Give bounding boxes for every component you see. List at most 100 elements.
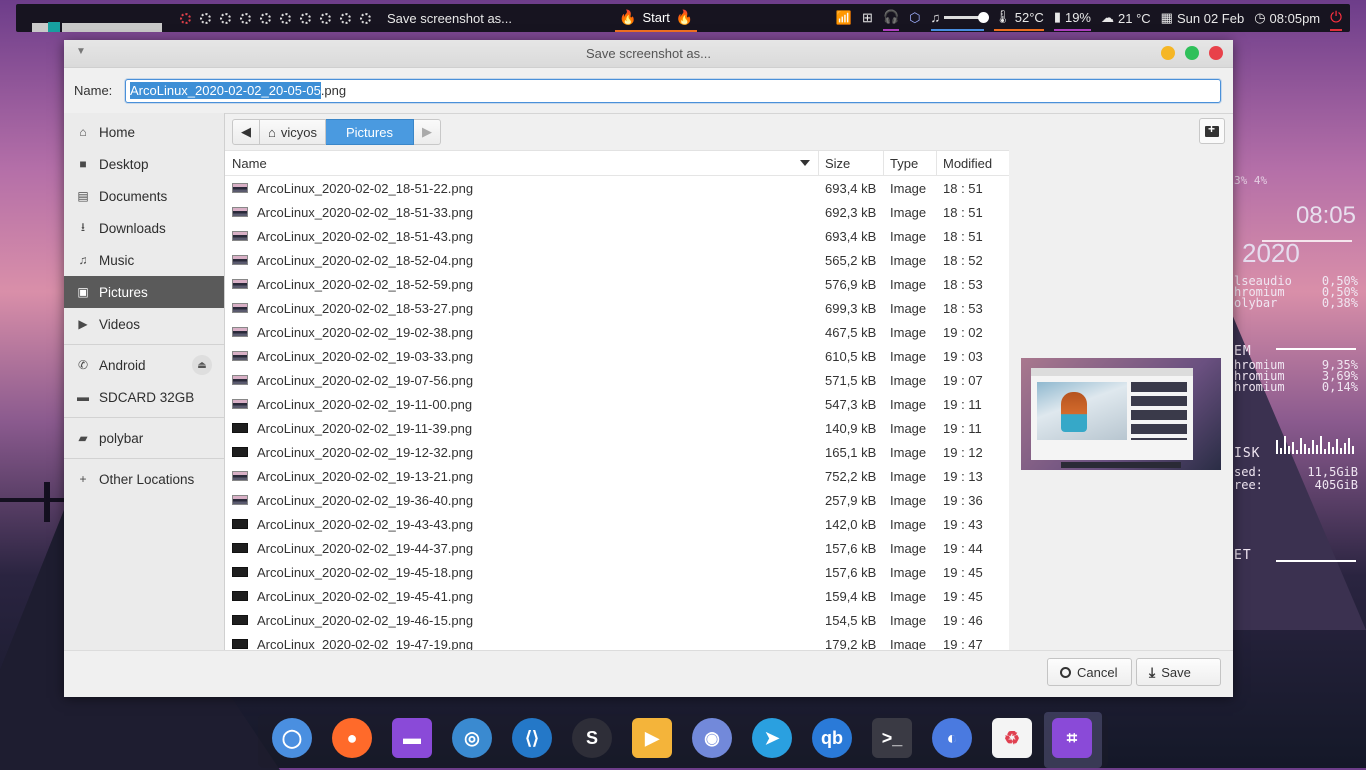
image-thumbnail-icon [232,231,248,241]
file-name: ArcoLinux_2020-02-02_18-51-43.png [257,228,474,244]
file-row[interactable]: ArcoLinux_2020-02-02_18-51-43.png 693,4 k… [225,224,1009,248]
chromium-dock-icon[interactable]: ◯ [272,718,312,758]
workspace-dot-icon[interactable] [280,12,291,24]
screenshot-dock-icon[interactable]: ⌗ [1052,718,1092,758]
file-row[interactable]: ArcoLinux_2020-02-02_19-36-40.png 257,9 k… [225,488,1009,512]
power-icon[interactable]: ⏻ [1330,5,1342,31]
trash-dock-icon[interactable]: ♻ [992,718,1032,758]
column-header-name[interactable]: Name [225,151,819,175]
sidebar-item-sdcard[interactable]: ▬ SDCARD 32GB [64,381,224,413]
workspace-dot-icon[interactable] [320,12,331,24]
terminal-dock-icon[interactable]: >_ [872,718,912,758]
filename-extension: .png [320,83,347,98]
workspace-dot-icon[interactable] [240,12,251,24]
file-modified: 19 : 11 [943,420,982,436]
sidebar-item-pictures[interactable]: ▣ Pictures [64,276,224,308]
save-icon: ⤓ [1149,663,1156,680]
file-row[interactable]: ArcoLinux_2020-02-02_19-12-32.png 165,1 k… [225,440,1009,464]
maximize-button[interactable] [1185,46,1199,60]
skype-dock-icon[interactable]: S [572,718,612,758]
volume-slider[interactable] [944,11,990,23]
path-current-button[interactable]: Pictures [325,119,414,145]
discord-dock-icon[interactable]: ◉ [692,718,732,758]
file-row[interactable]: ArcoLinux_2020-02-02_19-11-00.png 547,3 k… [225,392,1009,416]
sidebar-item-downloads[interactable]: ⭳ Downloads [64,212,224,244]
workspace-dot-icon[interactable] [180,12,191,24]
window-menu-icon[interactable]: ▼ [76,46,86,57]
workspace-dot-icon[interactable] [220,12,231,24]
file-row[interactable]: ArcoLinux_2020-02-02_19-13-21.png 752,2 k… [225,464,1009,488]
file-type: Image [890,588,927,604]
firefox-dock-icon[interactable]: ● [332,718,372,758]
file-row[interactable]: ArcoLinux_2020-02-02_19-47-19.png 179,2 k… [225,632,1009,651]
telegram-dock-icon[interactable]: ➤ [752,718,792,758]
eject-icon[interactable]: ⏏ [192,355,212,375]
file-row[interactable]: ArcoLinux_2020-02-02_19-03-33.png 610,5 k… [225,344,1009,368]
file-type: Image [890,492,927,508]
file-type: Image [890,252,927,268]
start-menu-button[interactable]: 🔥 Start 🔥 [615,4,698,32]
workspace-indicator[interactable] [16,4,166,32]
workspace-dots[interactable] [180,12,371,24]
column-header-modified[interactable]: Modified [937,151,1009,175]
wallpaper-fence-post [44,482,50,522]
path-forward-button[interactable]: ▶ [413,119,441,145]
conky-proc: olybar 0,38% [1234,296,1358,310]
media-player-dock-icon[interactable]: ▶ [632,718,672,758]
date-indicator[interactable]: ▦ Sun 02 Feb [1161,5,1245,31]
file-row[interactable]: ArcoLinux_2020-02-02_19-02-38.png 467,5 k… [225,320,1009,344]
file-row[interactable]: ArcoLinux_2020-02-02_18-51-33.png 692,3 k… [225,200,1009,224]
browser-dock-icon[interactable]: ◎ [452,718,492,758]
wifi-icon[interactable]: 📶 [836,5,852,31]
toggle-dock-icon[interactable]: ◐ [932,718,972,758]
workspace-dot-icon[interactable] [340,12,351,24]
minimize-button[interactable] [1161,46,1175,60]
workspace-dot-icon[interactable] [300,12,311,24]
clock-indicator[interactable]: ◷ 08:05pm [1254,5,1320,31]
conky-net-bar [1276,560,1356,562]
windows-icon[interactable]: ⊞ [862,5,873,31]
file-name: ArcoLinux_2020-02-02_19-44-37.png [257,540,474,556]
headset-icon[interactable]: 🎧 [882,5,900,31]
file-row[interactable]: ArcoLinux_2020-02-02_18-52-59.png 576,9 k… [225,272,1009,296]
cube-icon[interactable]: ⬡ [909,5,920,31]
file-row[interactable]: ArcoLinux_2020-02-02_19-07-56.png 571,5 k… [225,368,1009,392]
image-thumbnail-icon [232,591,248,601]
file-row[interactable]: ArcoLinux_2020-02-02_19-46-15.png 154,5 k… [225,608,1009,632]
workspace-dot-icon[interactable] [200,12,211,24]
file-row[interactable]: ArcoLinux_2020-02-02_19-43-43.png 142,0 k… [225,512,1009,536]
dialog-titlebar[interactable]: ▼ Save screenshot as... [64,40,1233,68]
files-dock-icon[interactable]: ▬ [392,718,432,758]
file-row[interactable]: ArcoLinux_2020-02-02_19-45-18.png 157,6 k… [225,560,1009,584]
temperature-indicator: 🌡 52°C [994,5,1044,31]
sidebar-item-music[interactable]: ♫ Music [64,244,224,276]
path-home-button[interactable]: ⌂ vicyos [260,119,326,145]
file-row[interactable]: ArcoLinux_2020-02-02_18-52-04.png 565,2 k… [225,248,1009,272]
sidebar-item-desktop[interactable]: ■ Desktop [64,148,224,180]
sidebar-item-home[interactable]: ⌂ Home [64,116,224,148]
sidebar-item-android[interactable]: ✆ Android ⏏ [64,349,224,381]
close-button[interactable] [1209,46,1223,60]
vscode-dock-icon[interactable]: ⟨⟩ [512,718,552,758]
path-back-button[interactable]: ◀ [232,119,260,145]
filename-input[interactable]: ArcoLinux_2020-02-02_20-05-05 .png [125,78,1221,103]
column-header-type[interactable]: Type [884,151,937,175]
file-row[interactable]: ArcoLinux_2020-02-02_19-11-39.png 140,9 k… [225,416,1009,440]
qbittorrent-dock-icon[interactable]: qb [812,718,852,758]
column-header-size[interactable]: Size [819,151,884,175]
sidebar-item-documents[interactable]: ▤ Documents [64,180,224,212]
sidebar-item-videos[interactable]: ▶ Videos [64,308,224,340]
file-row[interactable]: ArcoLinux_2020-02-02_18-53-27.png 699,3 k… [225,296,1009,320]
workspace-dot-icon[interactable] [260,12,271,24]
file-modified: 19 : 43 [943,516,983,532]
save-button[interactable]: ⤓ Save [1136,658,1221,686]
create-folder-button[interactable] [1199,118,1225,144]
file-row[interactable]: ArcoLinux_2020-02-02_19-44-37.png 157,6 k… [225,536,1009,560]
file-row[interactable]: ArcoLinux_2020-02-02_19-45-41.png 159,4 k… [225,584,1009,608]
workspace-dot-icon[interactable] [360,12,371,24]
sidebar-item-other-locations[interactable]: + Other Locations [64,463,224,495]
volume-control[interactable]: ♫ [930,5,990,31]
cancel-button[interactable]: Cancel [1047,658,1132,686]
sidebar-item-polybar[interactable]: ▰ polybar [64,422,224,454]
file-row[interactable]: ArcoLinux_2020-02-02_18-51-22.png 693,4 k… [225,176,1009,200]
